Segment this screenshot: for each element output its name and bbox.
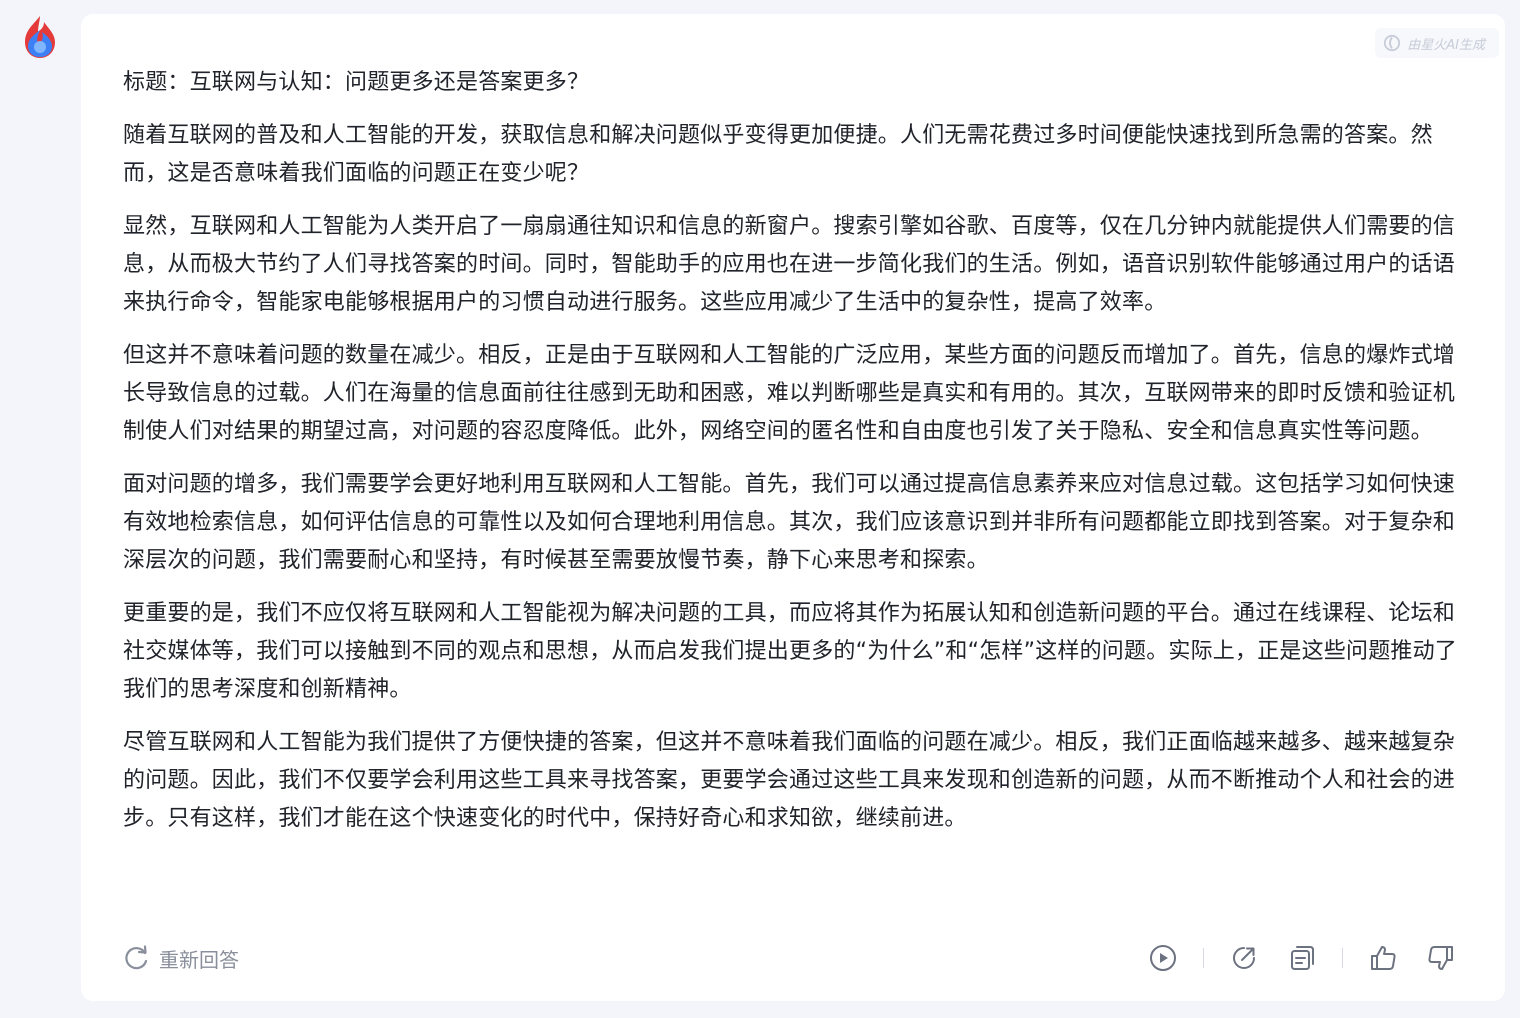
play-audio-icon <box>1150 945 1176 971</box>
article-title: 标题：互联网与认知：问题更多还是答案更多？ <box>123 70 590 95</box>
play-audio-button[interactable] <box>1141 936 1185 980</box>
spark-flame-logo-icon <box>20 14 60 60</box>
article-paragraph: 面对问题的增多，我们需要学会更好地利用互联网和人工智能。首先，我们可以通过提高信… <box>123 472 1456 573</box>
regenerate-label: 重新回答 <box>159 947 239 972</box>
article-paragraph: 但这并不意味着问题的数量在减少。相反，正是由于互联网和人工智能的广泛应用，某些方… <box>123 343 1456 444</box>
copy-button[interactable] <box>1280 936 1324 980</box>
answer-card: 由星火AI生成 标题：互联网与认知：问题更多还是答案更多？ 随着互联网的普及和人… <box>81 14 1505 1001</box>
divider <box>1203 948 1204 968</box>
answer-content: 标题：互联网与认知：问题更多还是答案更多？ 随着互联网的普及和人工智能的开发，获… <box>123 64 1463 853</box>
regenerate-button[interactable]: 重新回答 <box>123 944 239 973</box>
copy-icon <box>1291 946 1314 970</box>
thumbs-down-icon <box>1428 946 1453 970</box>
answer-footer: 重新回答 <box>123 934 1463 982</box>
ai-generated-label: 由星火AI生成 <box>1407 37 1485 53</box>
article-paragraph: 尽管互联网和人工智能为我们提供了方便快捷的答案，但这并不意味着我们面临的问题在减… <box>123 730 1456 831</box>
thumbs-up-button[interactable] <box>1361 936 1405 980</box>
article-paragraph: 随着互联网的普及和人工智能的开发，获取信息和解决问题似乎变得更加便捷。人们无需花… <box>123 123 1433 186</box>
thumbs-down-button[interactable] <box>1419 936 1463 980</box>
share-button[interactable] <box>1222 936 1266 980</box>
spark-swirl-icon <box>1384 34 1401 52</box>
article-paragraph: 显然，互联网和人工智能为人类开启了一扇扇通往知识和信息的新窗户。搜索引擎如谷歌、… <box>123 214 1456 315</box>
divider <box>1342 948 1343 968</box>
article-paragraph: 更重要的是，我们不应仅将互联网和人工智能视为解决问题的工具，而应将其作为拓展认知… <box>123 601 1457 702</box>
ai-generated-badge: 由星火AI生成 <box>1375 28 1499 58</box>
share-icon <box>1233 947 1255 969</box>
refresh-icon <box>125 945 148 970</box>
answer-actions <box>1141 936 1463 980</box>
thumbs-up-icon <box>1371 946 1396 970</box>
